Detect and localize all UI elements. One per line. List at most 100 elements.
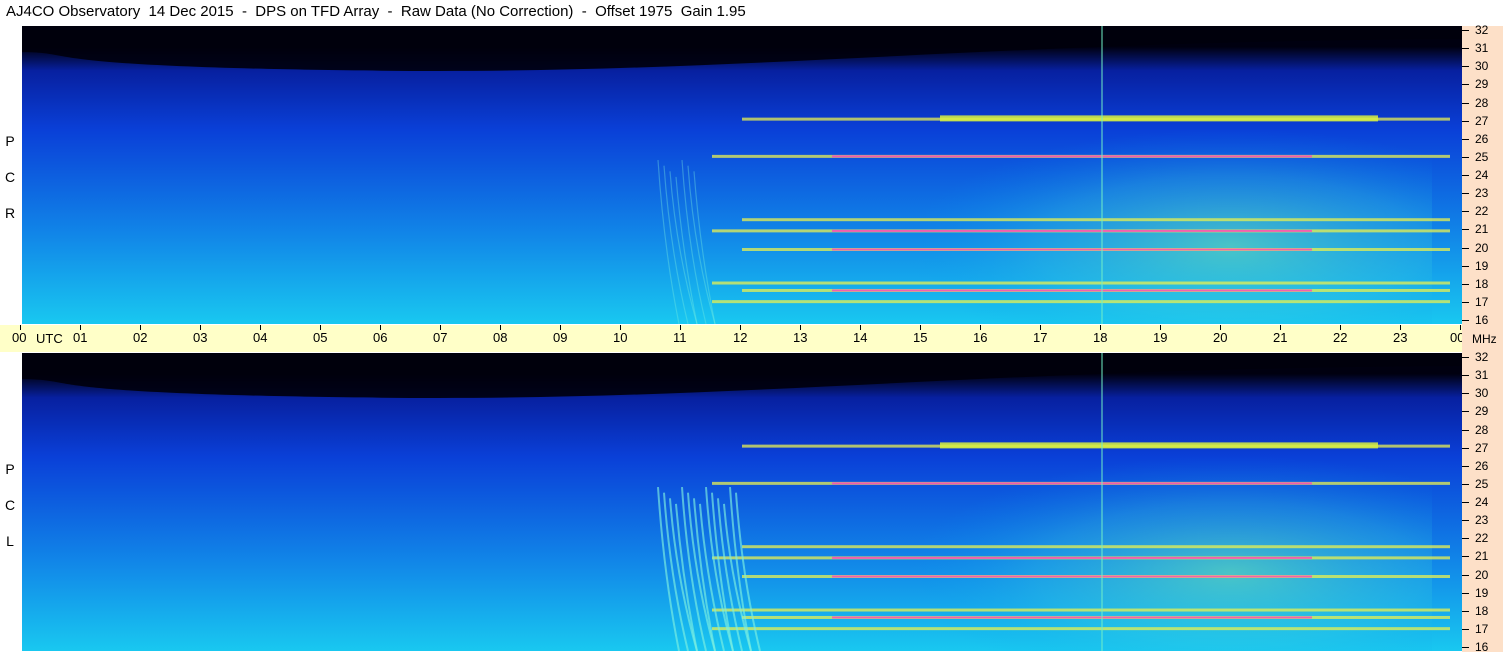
freq-tick-mark xyxy=(1462,647,1469,648)
freq-tick-label: 27 xyxy=(1475,113,1489,128)
time-tick-label: 15 xyxy=(913,330,928,345)
interference-band-strong xyxy=(832,482,1312,485)
interference-band xyxy=(712,300,1450,304)
time-tick-label: 11 xyxy=(673,330,687,345)
time-tick-label: 14 xyxy=(853,330,868,345)
freq-tick-label: 32 xyxy=(1475,350,1489,364)
freq-tick-mark xyxy=(1462,447,1469,449)
polarization-letter: R xyxy=(4,205,16,221)
interference-band-strong xyxy=(832,248,1312,251)
freq-tick-label: 29 xyxy=(1475,77,1489,92)
time-tick-label: 08 xyxy=(493,330,508,345)
interference-band xyxy=(712,608,1450,612)
freq-tick-mark xyxy=(1462,538,1469,540)
freq-tick-label: 22 xyxy=(1475,531,1489,546)
time-tick-label: 06 xyxy=(373,330,388,345)
spectrogram-svg xyxy=(22,26,1462,324)
freq-tick-label: 22 xyxy=(1475,204,1489,219)
freq-tick-label: 20 xyxy=(1475,240,1489,255)
freq-tick-mark xyxy=(1462,175,1469,176)
time-tick-label: 22 xyxy=(1333,330,1348,345)
polarization-letter: P xyxy=(5,461,15,477)
freq-tick-label: 29 xyxy=(1475,404,1489,419)
freq-tick-mark xyxy=(1462,574,1469,576)
freq-tick-label: 21 xyxy=(1475,549,1489,564)
freq-tick-mark xyxy=(1462,628,1469,630)
freq-tick-mark xyxy=(1462,411,1469,413)
freq-tick-mark xyxy=(1462,393,1469,395)
interference-band-strong xyxy=(832,155,1312,158)
time-tick-label: 16 xyxy=(973,330,988,345)
freq-tick-label: 24 xyxy=(1475,495,1489,509)
interference-band xyxy=(712,627,1450,631)
freq-tick-mark xyxy=(1462,156,1469,158)
time-axis: 00 01 02 03 04 05 06 07 08 09 10 11 12 13 14 15 16 17 18 19… xyxy=(0,325,1503,352)
time-tick-label: 18 xyxy=(1093,330,1108,345)
freq-tick-label: 16 xyxy=(1475,640,1489,654)
freq-tick-mark xyxy=(1462,138,1469,140)
daytime-glow xyxy=(712,63,1432,324)
freq-tick-mark xyxy=(1462,283,1469,285)
time-tick-label: 23 xyxy=(1393,330,1408,345)
freq-tick-label: 23 xyxy=(1475,186,1489,201)
chart-title: AJ4CO Observatory 14 Dec 2015 - DPS on T… xyxy=(6,3,746,20)
time-axis-unit: UTC xyxy=(36,331,63,346)
freq-tick-label: 24 xyxy=(1475,168,1489,182)
interference-band xyxy=(712,281,1450,285)
freq-tick-label: 18 xyxy=(1475,276,1489,291)
spectrogram-svg xyxy=(22,353,1462,651)
freq-tick-label: 28 xyxy=(1475,422,1489,437)
freq-tick-mark xyxy=(1462,520,1469,522)
freq-tick-mark xyxy=(1462,193,1469,195)
freq-tick-label: 31 xyxy=(1475,368,1489,383)
time-tick-label: 02 xyxy=(133,330,148,345)
time-tick-label: 04 xyxy=(253,330,268,345)
freq-tick-mark xyxy=(1462,301,1469,303)
time-tick-label: 05 xyxy=(313,330,328,345)
freq-tick-label: 17 xyxy=(1475,621,1489,636)
time-tick-label: 19 xyxy=(1153,330,1168,345)
freq-tick-mark xyxy=(1462,66,1469,68)
freq-tick-label: 17 xyxy=(1475,294,1489,309)
freq-tick-label: 31 xyxy=(1475,41,1489,56)
freq-tick-mark xyxy=(1462,120,1469,122)
time-tick-label: 09 xyxy=(553,330,568,345)
freq-tick-mark xyxy=(1462,265,1469,267)
interference-band xyxy=(742,218,1450,222)
time-tick-label: 20 xyxy=(1213,330,1228,345)
freq-tick-mark xyxy=(1462,320,1469,321)
polarization-letter: C xyxy=(4,169,16,185)
time-tick-label: 07 xyxy=(433,330,448,345)
frequency-axis-unit: MHz xyxy=(1472,332,1497,346)
spectrogram-lcp xyxy=(22,353,1462,651)
freq-tick-label: 27 xyxy=(1475,440,1489,455)
freq-tick-label: 25 xyxy=(1475,476,1489,491)
freq-tick-label: 23 xyxy=(1475,513,1489,528)
freq-tick-label: 19 xyxy=(1475,258,1489,273)
time-tick-label: 10 xyxy=(613,330,628,345)
vertical-interference xyxy=(1101,353,1103,651)
interference-band-strong xyxy=(832,229,1312,232)
freq-tick-label: 18 xyxy=(1475,603,1489,618)
freq-tick-label: 20 xyxy=(1475,567,1489,582)
freq-tick-mark xyxy=(1462,465,1469,467)
polarization-letter: L xyxy=(6,533,14,549)
freq-tick-mark xyxy=(1462,483,1469,485)
band-27mhz xyxy=(940,115,1378,122)
freq-tick-label: 19 xyxy=(1475,585,1489,600)
time-tick-label: 21 xyxy=(1273,330,1288,345)
freq-tick-label: 21 xyxy=(1475,222,1489,237)
time-tick-label: 12 xyxy=(733,330,748,345)
polarization-letter: P xyxy=(5,133,15,149)
freq-tick-mark xyxy=(1462,375,1469,377)
interference-band xyxy=(742,545,1450,549)
time-tick-label: 00 xyxy=(12,330,27,345)
freq-tick-label: 28 xyxy=(1475,95,1489,110)
spectrogram-rcp xyxy=(22,26,1462,324)
freq-tick-mark xyxy=(1462,229,1469,231)
freq-tick-label: 32 xyxy=(1475,23,1489,37)
freq-tick-label: 30 xyxy=(1475,59,1489,74)
time-tick-label: 01 xyxy=(73,330,88,345)
daytime-glow xyxy=(712,390,1432,651)
freq-tick-mark xyxy=(1462,610,1469,612)
